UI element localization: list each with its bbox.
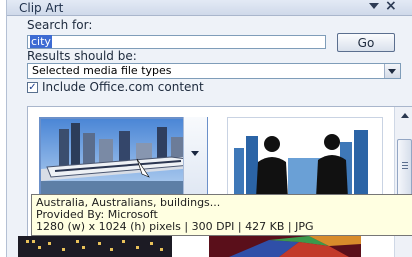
clip-art-thumbnail[interactable]	[227, 117, 383, 201]
clip-art-thumbnail[interactable]	[209, 236, 361, 257]
search-input-value: city	[30, 35, 52, 48]
search-label: Search for:	[27, 18, 93, 32]
thumbnail-tooltip: Australia, Australians, buildings... Pro…	[31, 194, 412, 236]
tooltip-file-info: 1280 (w) x 1024 (h) pixels | 300 DPI | 4…	[36, 220, 314, 233]
chevron-down-icon[interactable]	[369, 3, 379, 9]
scroll-up-arrow-icon[interactable]	[401, 113, 409, 118]
chevron-down-icon	[191, 151, 199, 156]
city-night-image	[18, 236, 172, 257]
city-train-image	[41, 119, 206, 195]
media-type-select[interactable]: Selected media file types	[27, 63, 401, 79]
go-button[interactable]: Go	[337, 33, 395, 52]
select-dropdown-button[interactable]	[384, 64, 400, 78]
pane-title: Clip Art	[19, 1, 64, 15]
clip-art-pane: Clip Art × Search for: city Go Results s…	[6, 0, 412, 257]
close-icon[interactable]: ×	[385, 0, 397, 14]
results-filter-label: Results should be:	[27, 49, 137, 63]
scroll-thumb[interactable]	[397, 139, 412, 197]
include-office-label: Include Office.com content	[42, 80, 204, 94]
thumbnail-menu-button[interactable]	[183, 117, 207, 197]
search-input[interactable]: city	[27, 35, 326, 49]
grip-icon	[402, 162, 408, 170]
pane-titlebar: Clip Art ×	[7, 0, 412, 16]
abstract-image	[209, 236, 361, 257]
clip-art-thumbnail[interactable]	[18, 236, 172, 257]
chevron-down-icon	[388, 69, 396, 74]
media-type-select-value: Selected media file types	[32, 64, 172, 77]
include-office-checkbox[interactable]: ✓	[27, 82, 38, 93]
business-people-image	[228, 118, 382, 200]
